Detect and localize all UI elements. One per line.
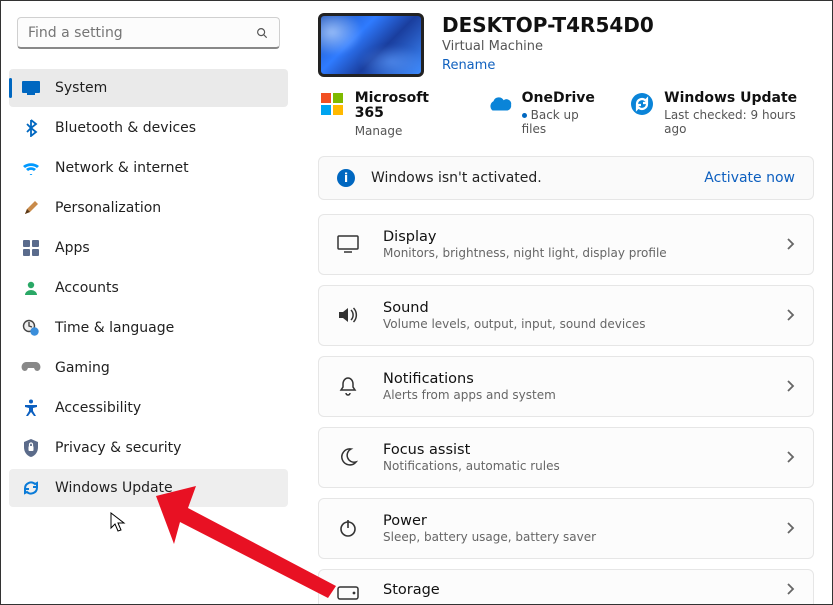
sidebar-item-system[interactable]: System bbox=[9, 69, 288, 107]
chevron-right-icon bbox=[785, 308, 795, 322]
card-focus-assist[interactable]: Focus assist Notifications, automatic ru… bbox=[318, 427, 814, 488]
tile-title: Windows Update bbox=[664, 91, 814, 106]
storage-icon bbox=[337, 582, 359, 604]
activate-now-link[interactable]: Activate now bbox=[704, 170, 795, 186]
info-icon: i bbox=[337, 169, 355, 187]
card-power[interactable]: Power Sleep, battery usage, battery save… bbox=[318, 498, 814, 559]
card-title: Sound bbox=[383, 300, 645, 316]
chevron-right-icon bbox=[785, 582, 795, 596]
rename-link[interactable]: Rename bbox=[442, 58, 495, 73]
gamepad-icon bbox=[21, 358, 41, 378]
device-name: DESKTOP-T4R54D0 bbox=[442, 13, 654, 37]
activation-banner[interactable]: i Windows isn't activated. Activate now bbox=[318, 156, 814, 200]
chevron-right-icon bbox=[785, 237, 795, 251]
wifi-icon bbox=[21, 158, 41, 178]
sidebar-item-label: Bluetooth & devices bbox=[55, 120, 196, 136]
card-subtitle: Alerts from apps and system bbox=[383, 388, 556, 402]
card-title: Power bbox=[383, 513, 596, 529]
card-subtitle: Sleep, battery usage, battery saver bbox=[383, 530, 596, 544]
status-tiles: Microsoft 365 Manage OneDrive Back up fi… bbox=[320, 91, 814, 138]
main-content: DESKTOP-T4R54D0 Virtual Machine Rename M… bbox=[296, 1, 832, 604]
tile-title: Microsoft 365 bbox=[355, 91, 458, 122]
update-sync-circle-icon bbox=[629, 91, 654, 117]
card-subtitle: Volume levels, output, input, sound devi… bbox=[383, 317, 645, 331]
card-notifications[interactable]: Notifications Alerts from apps and syste… bbox=[318, 356, 814, 417]
card-storage[interactable]: Storage bbox=[318, 569, 814, 604]
power-icon bbox=[337, 517, 359, 539]
sidebar-item-accessibility[interactable]: Accessibility bbox=[9, 389, 288, 427]
tile-microsoft365[interactable]: Microsoft 365 Manage bbox=[320, 91, 458, 138]
person-icon bbox=[21, 278, 41, 298]
sidebar-item-label: Network & internet bbox=[55, 160, 189, 176]
device-thumbnail[interactable] bbox=[318, 13, 424, 77]
sidebar: System Bluetooth & devices Network & int… bbox=[1, 1, 296, 604]
sidebar-item-label: Apps bbox=[55, 240, 90, 256]
card-display[interactable]: Display Monitors, brightness, night ligh… bbox=[318, 214, 814, 275]
card-title: Focus assist bbox=[383, 442, 560, 458]
sidebar-item-label: Privacy & security bbox=[55, 440, 181, 456]
accessibility-icon bbox=[21, 398, 41, 418]
display-icon bbox=[337, 233, 359, 255]
sidebar-item-label: Accessibility bbox=[55, 400, 141, 416]
search-input[interactable] bbox=[28, 25, 255, 41]
sidebar-item-label: Time & language bbox=[55, 320, 174, 336]
sidebar-item-windows-update[interactable]: Windows Update bbox=[9, 469, 288, 507]
device-type: Virtual Machine bbox=[442, 39, 654, 54]
tile-windows-update[interactable]: Windows Update Last checked: 9 hours ago bbox=[629, 91, 814, 138]
card-subtitle: Monitors, brightness, night light, displ… bbox=[383, 246, 667, 260]
tile-subtitle: Last checked: 9 hours ago bbox=[664, 108, 814, 136]
search-box[interactable] bbox=[17, 17, 280, 49]
microsoft-365-icon bbox=[320, 91, 345, 117]
card-sound[interactable]: Sound Volume levels, output, input, soun… bbox=[318, 285, 814, 346]
sidebar-item-label: Gaming bbox=[55, 360, 110, 376]
sidebar-item-privacy[interactable]: Privacy & security bbox=[9, 429, 288, 467]
sidebar-item-label: Accounts bbox=[55, 280, 119, 296]
sidebar-item-apps[interactable]: Apps bbox=[9, 229, 288, 267]
shield-icon bbox=[21, 438, 41, 458]
sidebar-item-label: Personalization bbox=[55, 200, 161, 216]
paintbrush-icon bbox=[21, 198, 41, 218]
chevron-right-icon bbox=[785, 450, 795, 464]
bluetooth-icon bbox=[21, 118, 41, 138]
activation-message: Windows isn't activated. bbox=[371, 170, 542, 186]
update-sync-icon bbox=[21, 478, 41, 498]
card-title: Display bbox=[383, 229, 667, 245]
chevron-right-icon bbox=[785, 379, 795, 393]
sidebar-item-personalization[interactable]: Personalization bbox=[9, 189, 288, 227]
search-icon bbox=[255, 26, 269, 40]
tile-title: OneDrive bbox=[522, 91, 602, 106]
apps-icon bbox=[21, 238, 41, 258]
sidebar-item-label: System bbox=[55, 80, 107, 96]
sidebar-item-time[interactable]: Time & language bbox=[9, 309, 288, 347]
sidebar-item-accounts[interactable]: Accounts bbox=[9, 269, 288, 307]
card-title: Notifications bbox=[383, 371, 556, 387]
chevron-right-icon bbox=[785, 521, 795, 535]
tile-onedrive[interactable]: OneDrive Back up files bbox=[486, 91, 602, 138]
onedrive-icon bbox=[486, 91, 512, 117]
sidebar-item-bluetooth[interactable]: Bluetooth & devices bbox=[9, 109, 288, 147]
tile-subtitle: Manage bbox=[355, 124, 458, 138]
card-subtitle: Notifications, automatic rules bbox=[383, 459, 560, 473]
device-header: DESKTOP-T4R54D0 Virtual Machine Rename bbox=[318, 13, 814, 77]
sidebar-item-gaming[interactable]: Gaming bbox=[9, 349, 288, 387]
sound-icon bbox=[337, 304, 359, 326]
bell-icon bbox=[337, 375, 359, 397]
sidebar-item-label: Windows Update bbox=[55, 480, 173, 496]
card-title: Storage bbox=[383, 582, 440, 598]
system-icon bbox=[21, 78, 41, 98]
tile-subtitle: Back up files bbox=[522, 108, 602, 136]
clock-globe-icon bbox=[21, 318, 41, 338]
sidebar-item-network[interactable]: Network & internet bbox=[9, 149, 288, 187]
moon-icon bbox=[337, 446, 359, 468]
